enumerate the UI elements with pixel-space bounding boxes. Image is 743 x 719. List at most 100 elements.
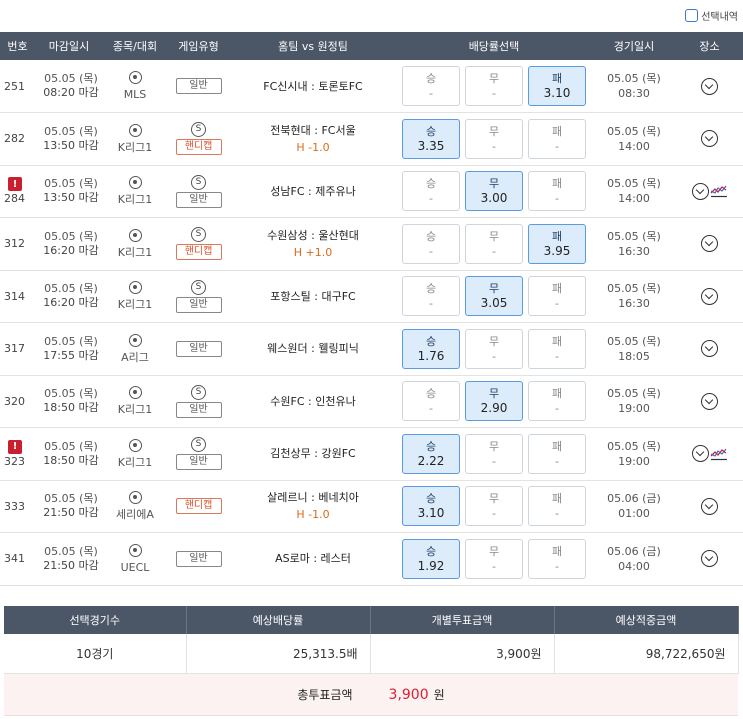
game-number: 314 [4, 289, 25, 303]
odds-draw-button[interactable]: 무 3.00 [465, 171, 523, 212]
odds-lose-button[interactable]: 패 - [528, 171, 586, 212]
odds-draw-button[interactable]: 무 - [465, 223, 523, 264]
odds-win-button[interactable]: 승 3.35 [402, 118, 460, 159]
table-row: 251 05.05 (목) 08:20 마감 MLS 일반 FC신시내 : 토론… [0, 60, 743, 113]
game-time: 08:30 [618, 87, 650, 100]
odds-win-value: - [429, 402, 433, 416]
odds-win-button[interactable]: 승 - [402, 381, 460, 422]
odds-lose-button[interactable]: 패 3.95 [528, 223, 586, 264]
odds-lose-button[interactable]: 패 - [528, 118, 586, 159]
odds-lose-button[interactable]: 패 - [528, 433, 586, 474]
game-type-cell: S 일반 [167, 270, 230, 323]
game-type-cell: 일반 [167, 322, 230, 376]
odds-draw-button[interactable]: 무 - [465, 433, 523, 474]
summary-count: 10경기 [4, 633, 187, 674]
game-date: 05.05 (목) [607, 282, 661, 296]
odds-lose-button[interactable]: 패 - [528, 486, 586, 527]
deadline-cell: 05.05 (목) 13:50 마감 [35, 112, 103, 166]
game-number: 317 [4, 342, 25, 356]
league-cell: K리그1 [103, 112, 167, 166]
total-label: 총투표금액 [297, 688, 353, 702]
summary-header-row: 선택경기수 예상배당률 개별투표금액 예상적중금액 [4, 605, 739, 634]
odds-win-button[interactable]: 승 2.22 [402, 433, 460, 474]
trend-chart-icon[interactable] [710, 447, 728, 461]
place-cell [676, 217, 743, 271]
location-dropdown-icon[interactable] [701, 235, 718, 253]
trend-chart-icon[interactable] [710, 184, 728, 198]
location-dropdown-icon[interactable] [701, 77, 718, 95]
header-deadline: 마감일시 [35, 32, 103, 60]
odds-win-button[interactable]: 승 - [402, 171, 460, 212]
table-row: 282 05.05 (목) 13:50 마감 K리그1 S 핸디캡 전북현대 :… [0, 112, 743, 166]
odds-draw-button[interactable]: 무 2.90 [465, 381, 523, 422]
selection-history-toggle[interactable]: 선택내역 [685, 8, 738, 23]
deadline-time: 08:20 마감 [43, 86, 99, 99]
summary-odds: 25,313.5배 [186, 633, 371, 674]
odds-lose-button[interactable]: 패 - [528, 538, 586, 579]
handicap-value: H -1.0 [296, 140, 330, 154]
location-dropdown-icon[interactable] [691, 445, 709, 463]
game-time: 14:00 [618, 139, 650, 153]
location-dropdown-icon[interactable] [701, 550, 718, 568]
odds-lose-button[interactable]: 패 - [528, 381, 586, 422]
odds-lose-label: 패 [551, 492, 563, 506]
odds-win-button[interactable]: 승 - [402, 66, 460, 106]
odds-win-button[interactable]: 승 3.10 [402, 486, 460, 527]
odds-win-label: 승 [425, 439, 437, 453]
checkbox-icon[interactable] [685, 9, 699, 22]
odds-draw-button[interactable]: 무 - [465, 486, 523, 527]
deadline-date: 05.05 (목) [44, 177, 98, 191]
odds-cell: 승 - 무 3.05 패 - [396, 270, 592, 323]
odds-win-label: 승 [425, 492, 437, 506]
location-dropdown-icon[interactable] [691, 182, 709, 200]
game-type-badge: 일반 [175, 78, 222, 94]
location-dropdown-icon[interactable] [701, 287, 718, 305]
odds-lose-button[interactable]: 패 - [528, 328, 586, 369]
game-time-cell: 05.05 (목) 19:00 [592, 427, 676, 481]
league-name: MLS [123, 88, 147, 101]
odds-draw-button[interactable]: 무 - [465, 66, 523, 106]
league-name: K리그1 [117, 298, 153, 312]
odds-win-button[interactable]: 승 1.76 [402, 328, 460, 369]
alert-icon[interactable]: ! [8, 177, 22, 192]
location-dropdown-icon[interactable] [701, 340, 718, 358]
match-teams: 수원FC : 인천유나 [270, 394, 356, 408]
game-time-cell: 05.05 (목) 14:00 [592, 165, 676, 218]
odds-draw-button[interactable]: 무 - [465, 328, 523, 369]
game-number-cell: 314 [0, 270, 35, 323]
odds-draw-button[interactable]: 무 - [465, 538, 523, 579]
odds-lose-value: - [555, 297, 559, 311]
odds-win-button[interactable]: 승 1.92 [402, 538, 460, 579]
odds-cell: 승 - 무 - 패 3.10 [396, 60, 592, 113]
odds-draw-button[interactable]: 무 3.05 [465, 276, 523, 317]
odds-lose-button[interactable]: 패 - [528, 276, 586, 317]
alert-icon[interactable]: ! [8, 439, 22, 454]
odds-win-label: 승 [425, 72, 437, 85]
odds-draw-value: - [492, 454, 496, 468]
game-date: 05.05 (목) [607, 439, 661, 453]
league-name: A리그 [121, 350, 149, 364]
top-bar: 선택내역 [0, 0, 743, 32]
odds-win-button[interactable]: 승 - [402, 276, 460, 317]
location-dropdown-icon[interactable] [701, 130, 718, 148]
league-cell: K리그1 [103, 270, 167, 323]
deadline-date: 05.05 (목) [44, 72, 98, 85]
match-teams: AS로마 : 레스터 [275, 552, 351, 566]
game-date: 05.05 (목) [607, 177, 661, 191]
deadline-time: 13:50 마감 [43, 191, 99, 205]
match-cell: FC신시내 : 토론토FC [230, 60, 396, 113]
total-unit: 원 [433, 688, 445, 702]
deadline-time: 13:50 마감 [43, 138, 99, 152]
game-time: 19:00 [618, 454, 650, 468]
odds-lose-button[interactable]: 패 3.10 [528, 66, 586, 106]
odds-draw-value: 2.90 [480, 401, 508, 416]
match-cell: 수원FC : 인천유나 [230, 375, 396, 428]
game-type-badge: 핸디캡 [175, 139, 222, 156]
league-name: 세리에A [116, 508, 154, 522]
odds-win-button[interactable]: 승 - [402, 223, 460, 264]
odds-cell: 승 2.22 무 - 패 - [396, 427, 592, 481]
location-dropdown-icon[interactable] [701, 392, 718, 410]
table-row: 341 05.05 (목) 21:50 마감 UECL 일반 AS로마 : 레스… [0, 532, 743, 586]
odds-draw-button[interactable]: 무 - [465, 118, 523, 159]
location-dropdown-icon[interactable] [701, 497, 718, 515]
